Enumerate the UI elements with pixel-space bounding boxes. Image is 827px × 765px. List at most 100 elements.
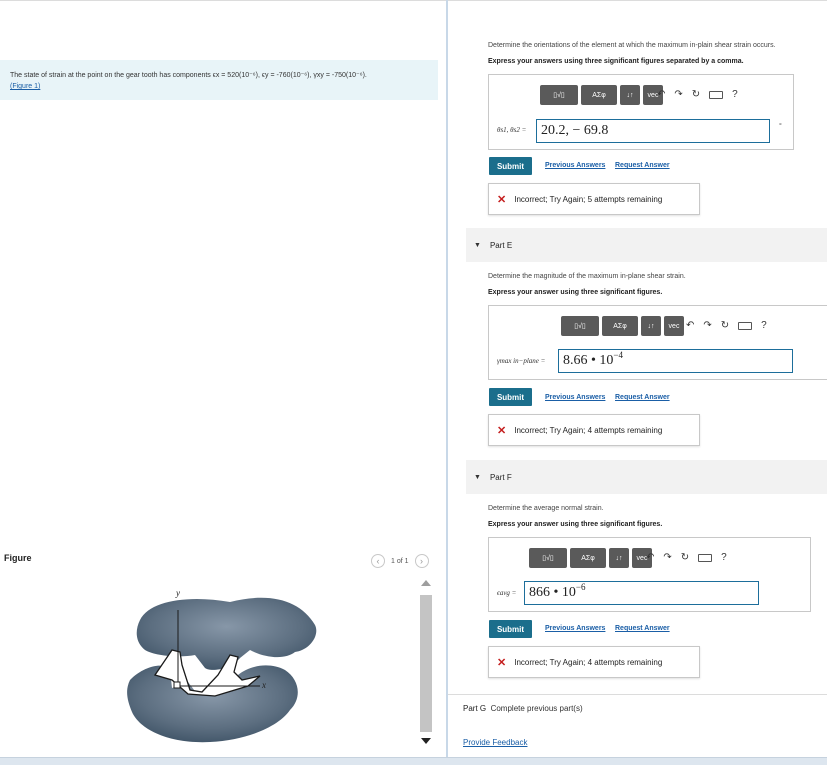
figure-page-indicator: 1 of 1 (391, 557, 409, 565)
templates-button[interactable]: ▯√▯ (529, 548, 567, 568)
part-g-text: Complete previous part(s) (490, 704, 583, 713)
part-f-answer-input[interactable]: 866 • 10 −6 (524, 581, 759, 605)
part-g-divider (448, 694, 827, 695)
figure-link[interactable]: (Figure 1) (10, 83, 40, 90)
part-d-answer-box: ▯√▯ ΑΣφ ↓↑ vec ↶ ↷ ↻ ? θs1, θs2 = 20.2, … (488, 74, 794, 150)
part-e-answer-exponent: −4 (613, 350, 623, 360)
left-pane: The state of strain at the point on the … (0, 0, 446, 757)
part-e-answer-box: ▯√▯ ΑΣφ ↓↑ vec ↶ ↷ ↻ ? γmax in−plane = 8… (488, 305, 827, 380)
part-e-request-answer-link[interactable]: Request Answer (615, 394, 670, 401)
redo-icon[interactable]: ↷ (663, 552, 671, 563)
chevron-left-icon: ‹ (376, 556, 380, 566)
help-icon[interactable]: ? (761, 320, 767, 331)
figure-scrollbar[interactable] (418, 580, 434, 750)
part-d-answer-input[interactable]: 20.2, − 69.8 (536, 119, 770, 143)
part-f-instruction: Determine the average normal strain. (488, 505, 604, 512)
help-icon[interactable]: ? (721, 552, 727, 563)
part-d-request-answer-link[interactable]: Request Answer (615, 162, 670, 169)
part-d-toolbar: ▯√▯ ΑΣφ ↓↑ vec (540, 85, 663, 105)
part-f-previous-answers-link[interactable]: Previous Answers (545, 625, 605, 632)
greek-letters-button[interactable]: ΑΣφ (570, 548, 606, 568)
undo-icon[interactable]: ↶ (686, 320, 694, 331)
previous-figure-button[interactable]: ‹ (371, 554, 385, 568)
provide-feedback-link[interactable]: Provide Feedback (463, 738, 527, 747)
part-e-hint: Express your answer using three signific… (488, 289, 663, 296)
next-figure-button[interactable]: › (414, 554, 429, 568)
problem-text: The state of strain at the point on the … (10, 72, 367, 79)
gear-tooth-drawing (127, 597, 317, 743)
part-f-header[interactable]: ▼ Part F (466, 460, 827, 494)
gear-tooth-figure: y x (110, 580, 420, 750)
part-f-title: Part F (489, 472, 512, 482)
upper-gear-body (136, 597, 317, 670)
part-e-title: Part E (489, 240, 513, 250)
greek-letters-button[interactable]: ΑΣφ (581, 85, 617, 105)
part-d-submit-button[interactable]: Submit (489, 157, 532, 175)
undo-icon[interactable]: ↶ (657, 89, 665, 100)
scroll-down-icon[interactable] (421, 738, 431, 744)
redo-icon[interactable]: ↷ (674, 89, 682, 100)
templates-button[interactable]: ▯√▯ (540, 85, 578, 105)
reset-icon[interactable]: ↻ (692, 89, 700, 100)
right-pane: Determine the orientations of the elemen… (448, 0, 827, 757)
part-e-feedback: ✕ Incorrect; Try Again; 4 attempts remai… (488, 414, 700, 446)
part-f-toolbar-icons: ↶ ↷ ↻ ? (646, 552, 727, 563)
greek-letters-button[interactable]: ΑΣφ (602, 316, 638, 336)
problem-statement: The state of strain at the point on the … (0, 60, 438, 100)
part-e-submit-button[interactable]: Submit (489, 388, 532, 406)
part-f-submit-button[interactable]: Submit (489, 620, 532, 638)
part-e-header[interactable]: ▼ Part E (466, 228, 827, 262)
redo-icon[interactable]: ↷ (703, 320, 711, 331)
part-d-feedback-text: Incorrect; Try Again; 5 attempts remaini… (514, 194, 663, 204)
part-f-hint: Express your answer using three signific… (488, 521, 663, 528)
y-axis-label: y (176, 588, 180, 598)
scroll-up-icon[interactable] (421, 580, 431, 586)
templates-button[interactable]: ▯√▯ (561, 316, 599, 336)
caret-down-icon: ▼ (474, 473, 481, 481)
part-f-answer-exponent: −6 (575, 582, 586, 592)
part-g-title: Part G (463, 704, 487, 713)
caret-down-icon: ▼ (474, 241, 481, 249)
keyboard-icon[interactable] (698, 553, 713, 562)
part-f-variable: ϵavg = (497, 589, 517, 597)
figure-label: Figure (4, 553, 32, 563)
part-d-feedback: ✕ Incorrect; Try Again; 5 attempts remai… (488, 183, 700, 215)
incorrect-icon: ✕ (497, 656, 507, 669)
figure-navigation: ‹ 1 of 1 › (371, 554, 429, 568)
part-g-row: Part G Complete previous part(s) (463, 704, 583, 713)
part-f-feedback-text: Incorrect; Try Again; 4 attempts remaini… (514, 657, 663, 667)
part-f-request-answer-link[interactable]: Request Answer (615, 625, 670, 632)
part-e-instruction: Determine the magnitude of the maximum i… (488, 273, 686, 280)
reset-icon[interactable]: ↻ (681, 552, 689, 563)
part-e-previous-answers-link[interactable]: Previous Answers (545, 394, 605, 401)
part-f-feedback: ✕ Incorrect; Try Again; 4 attempts remai… (488, 646, 700, 678)
part-d-variable: θs1, θs2 = (497, 126, 527, 134)
chevron-right-icon: › (420, 556, 424, 566)
strain-element (173, 681, 181, 689)
incorrect-icon: ✕ (497, 193, 507, 206)
arrows-button[interactable]: ↓↑ (609, 548, 629, 568)
part-e-answer-value: 8.66 • 10 (563, 353, 614, 368)
part-d-toolbar-icons: ↶ ↷ ↻ ? (657, 89, 738, 100)
keyboard-icon[interactable] (738, 321, 753, 330)
arrows-button[interactable]: ↓↑ (620, 85, 640, 105)
undo-icon[interactable]: ↶ (646, 552, 654, 563)
part-e-variable: γmax in−plane = (497, 357, 546, 365)
scroll-thumb[interactable] (420, 595, 432, 732)
keyboard-icon[interactable] (709, 90, 724, 99)
bottom-bar (0, 757, 827, 765)
vector-button[interactable]: vec (664, 316, 684, 336)
help-icon[interactable]: ? (732, 89, 738, 100)
part-e-toolbar: ▯√▯ ΑΣφ ↓↑ vec (561, 316, 684, 336)
part-f-answer-value: 866 • 10 (529, 585, 576, 600)
part-d-unit: ° (779, 123, 782, 130)
part-e-feedback-text: Incorrect; Try Again; 4 attempts remaini… (514, 425, 663, 435)
reset-icon[interactable]: ↻ (721, 320, 729, 331)
lower-gear-body (127, 665, 298, 743)
part-d-hint: Express your answers using three signifi… (488, 58, 744, 65)
part-d-previous-answers-link[interactable]: Previous Answers (545, 162, 605, 169)
part-f-answer-box: ▯√▯ ΑΣφ ↓↑ vec ↶ ↷ ↻ ? ϵavg = 866 • 10 −… (488, 537, 811, 612)
part-e-answer-input[interactable]: 8.66 • 10 −4 (558, 349, 793, 373)
arrows-button[interactable]: ↓↑ (641, 316, 661, 336)
part-e-toolbar-icons: ↶ ↷ ↻ ? (686, 320, 767, 331)
